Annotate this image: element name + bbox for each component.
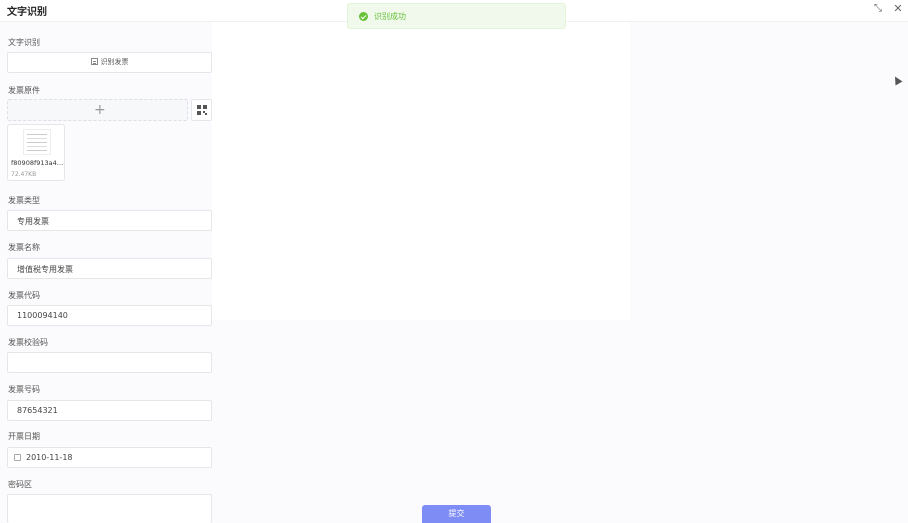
invoice-number-field[interactable]: 87654321 bbox=[7, 400, 212, 421]
qr-scan-button[interactable] bbox=[191, 99, 212, 121]
ocr-label: 文字识别 bbox=[8, 38, 40, 47]
uploaded-file-card[interactable]: f80908f913a4… 72.47KB bbox=[7, 124, 65, 181]
invoice-type-value: 专用发票 bbox=[17, 217, 49, 226]
toast-message: 识别成功 bbox=[374, 12, 406, 21]
collapse-icon[interactable]: ⤡ bbox=[871, 2, 885, 16]
success-toast: 识别成功 bbox=[347, 3, 566, 29]
password-area-field[interactable] bbox=[7, 494, 212, 523]
preview-panel bbox=[212, 22, 630, 320]
file-thumbnail bbox=[23, 129, 51, 155]
recognize-invoice-label: 识别发票 bbox=[100, 58, 129, 66]
window-title: 文字识别 bbox=[7, 7, 47, 18]
check-code-label: 发票校验码 bbox=[8, 338, 48, 347]
mouse-cursor-icon bbox=[891, 74, 903, 86]
invoice-name-field[interactable]: 增值税专用发票 bbox=[7, 258, 212, 279]
invoice-type-field[interactable]: 专用发票 bbox=[7, 210, 212, 231]
invoice-name-value: 增值税专用发票 bbox=[17, 265, 73, 274]
check-code-field[interactable] bbox=[7, 352, 212, 373]
invoice-name-label: 发票名称 bbox=[8, 243, 40, 252]
file-name: f80908f913a4… bbox=[11, 159, 64, 167]
invoice-code-label: 发票代码 bbox=[8, 291, 40, 300]
invoice-code-value: 1100094140 bbox=[17, 311, 68, 320]
invoice-type-label: 发票类型 bbox=[8, 196, 40, 205]
password-area-label: 密码区 bbox=[8, 480, 32, 489]
issue-date-picker[interactable]: 2010-11-18 bbox=[7, 447, 212, 468]
document-icon bbox=[90, 58, 98, 65]
issue-date-value: 2010-11-18 bbox=[26, 453, 73, 462]
issue-date-label: 开票日期 bbox=[8, 432, 40, 441]
check-circle-icon bbox=[359, 12, 368, 21]
invoice-number-value: 87654321 bbox=[17, 406, 58, 415]
qr-code-icon bbox=[197, 105, 207, 115]
recognize-invoice-button[interactable]: 识别发票 bbox=[7, 52, 212, 73]
close-icon[interactable]: ✕ bbox=[891, 2, 905, 16]
file-size: 72.47KB bbox=[11, 171, 37, 178]
invoice-code-field[interactable]: 1100094140 bbox=[7, 305, 212, 326]
upload-area[interactable]: + bbox=[7, 99, 188, 121]
plus-icon: + bbox=[94, 102, 106, 118]
invoice-number-label: 发票号码 bbox=[8, 385, 40, 394]
submit-button[interactable]: 提交 bbox=[422, 505, 491, 523]
attachment-label: 发票原件 bbox=[8, 86, 40, 95]
calendar-icon bbox=[14, 454, 21, 461]
